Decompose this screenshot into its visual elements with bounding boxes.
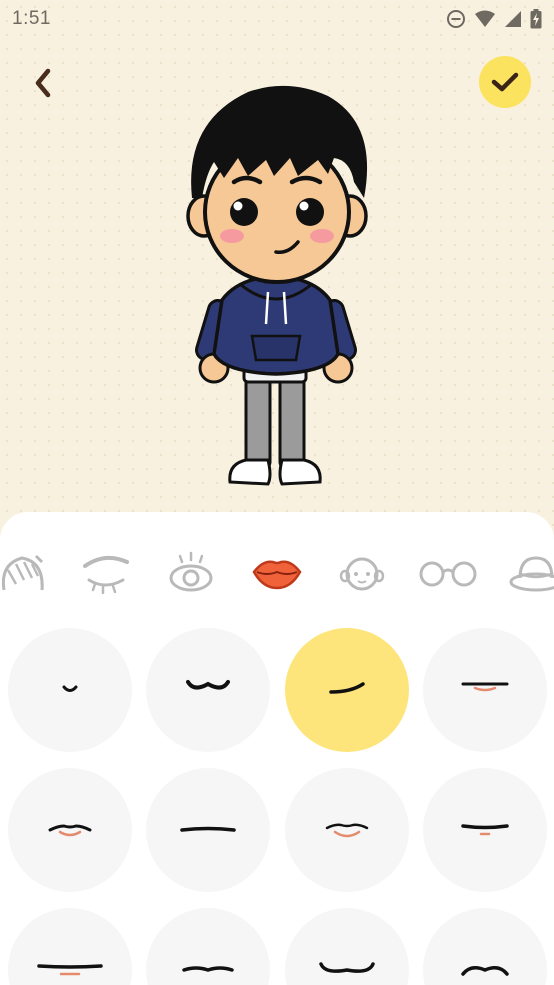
status-time: 1:51 — [12, 8, 51, 29]
mouth-option[interactable] — [423, 628, 547, 752]
mouth-option[interactable] — [146, 908, 270, 985]
mouth-wavy-icon — [182, 966, 234, 972]
mouth-option[interactable] — [285, 908, 409, 985]
mouth-option[interactable] — [146, 768, 270, 892]
mouth-lips-lower-icon — [461, 682, 509, 692]
mouth-option[interactable] — [8, 908, 132, 985]
avatar-preview — [186, 85, 368, 486]
lips-icon — [252, 560, 302, 590]
category-tabs — [0, 542, 554, 602]
do-not-disturb-icon — [447, 10, 465, 28]
mouth-flat-dot-icon — [461, 824, 509, 836]
tab-eyebrow[interactable] — [76, 542, 136, 602]
mouth-cat-smile-icon — [186, 680, 230, 690]
tab-eyes[interactable] — [161, 542, 221, 602]
mouth-grin-curve-icon — [319, 962, 375, 973]
back-button[interactable] — [22, 62, 64, 104]
mouth-wide-flat-icon — [37, 964, 103, 976]
glasses-icon — [419, 561, 477, 587]
mouth-small-smile-icon — [62, 685, 78, 692]
eye-icon — [169, 551, 213, 592]
mouth-option[interactable] — [423, 768, 547, 892]
mouth-option[interactable] — [8, 628, 132, 752]
mouth-straight-icon — [180, 826, 236, 832]
mouth-soft-lips-icon — [325, 823, 369, 838]
mouth-option[interactable] — [146, 628, 270, 752]
mouth-parted-lips-icon — [48, 824, 92, 837]
customization-panel — [0, 512, 554, 985]
battery-charging-icon — [530, 9, 542, 29]
status-icons — [446, 9, 542, 29]
eyebrow-icon — [83, 555, 129, 594]
tab-mouth[interactable] — [247, 542, 307, 602]
status-bar: 1:51 — [0, 0, 554, 38]
signal-icon — [505, 11, 521, 27]
hat-icon — [509, 556, 554, 592]
tab-hair[interactable] — [0, 542, 52, 602]
mouth-option-selected[interactable] — [285, 628, 409, 752]
tab-face[interactable] — [332, 542, 392, 602]
mouth-option[interactable] — [285, 768, 409, 892]
mouth-option[interactable] — [8, 768, 132, 892]
checkmark-icon — [491, 72, 519, 92]
wifi-icon — [475, 10, 495, 27]
mouth-smirk-icon — [329, 682, 365, 694]
hair-icon — [1, 554, 44, 591]
tab-glasses[interactable] — [418, 542, 478, 602]
mouth-gentle-smile-icon — [461, 966, 509, 976]
chevron-left-icon — [35, 68, 51, 98]
mouth-option[interactable] — [423, 908, 547, 985]
tab-hat[interactable] — [506, 542, 554, 602]
face-icon — [339, 557, 385, 591]
confirm-button[interactable] — [479, 56, 531, 108]
